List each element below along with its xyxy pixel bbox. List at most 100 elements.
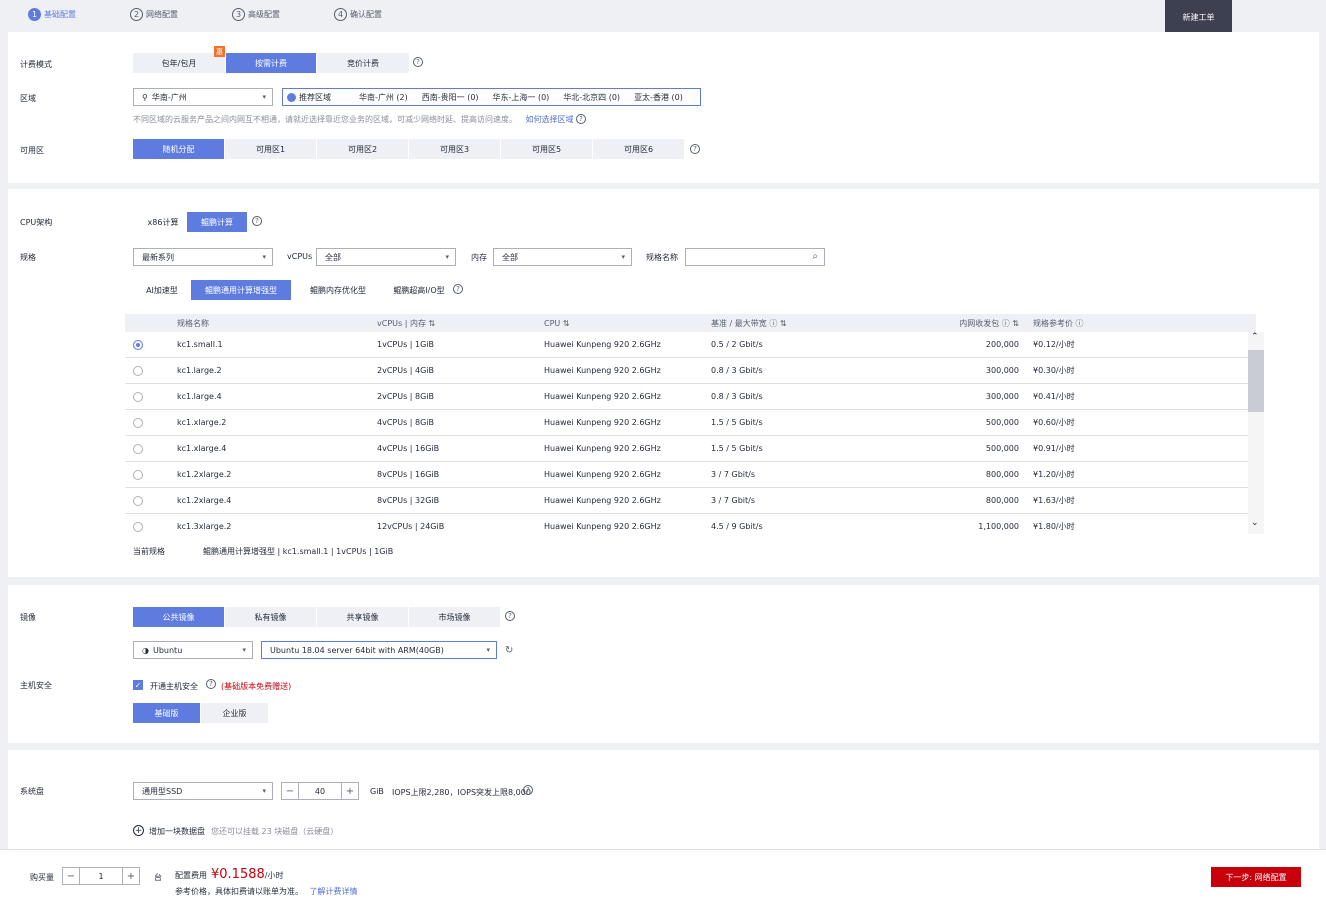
step-confirm[interactable]: 4 确认配置 <box>334 8 382 21</box>
billing-option-ondemand[interactable]: 按需计费 <box>226 53 316 73</box>
scrollbar-thumb[interactable] <box>1248 350 1264 412</box>
image-option-private[interactable]: 私有镜像 <box>225 607 316 627</box>
row-radio[interactable] <box>133 339 143 350</box>
cpu-arch-label: CPU架构 <box>20 218 53 227</box>
table-row[interactable]: kc1.large.4 2vCPUs | 8GiB Huawei Kunpeng 9… <box>125 384 1256 410</box>
image-option-market[interactable]: 市场镜像 <box>409 607 500 627</box>
col-pps[interactable]: 内网收发包 ⓘ ⇅ <box>856 318 1029 329</box>
table-scrollbar[interactable]: ⌃ ⌄ <box>1248 332 1264 534</box>
help-icon[interactable]: ? <box>690 144 700 154</box>
os-version-select[interactable]: Ubuntu 18.04 server 64bit with ARM(40GB)… <box>261 641 497 659</box>
help-icon[interactable]: ? <box>505 611 515 621</box>
table-row[interactable]: kc1.small.1 1vCPUs | 1GiB Huawei Kunpeng 9… <box>125 332 1256 358</box>
table-body: kc1.small.1 1vCPUs | 1GiB Huawei Kunpeng 9… <box>125 332 1256 534</box>
row-radio[interactable] <box>133 443 143 454</box>
tab-high-io[interactable]: 鲲鹏超高I/O型 <box>379 280 459 300</box>
az-option-6[interactable]: 可用区6 <box>593 139 684 159</box>
memory-select[interactable]: 全部 ▾ <box>493 248 632 266</box>
help-icon[interactable]: ? <box>523 785 533 795</box>
os-select[interactable]: ◑ Ubuntu ▾ <box>133 641 253 659</box>
step-number: 1 <box>28 8 41 21</box>
table-row[interactable]: kc1.2xlarge.4 8vCPUs | 32GiB Huawei Kunpen… <box>125 488 1256 514</box>
step-advanced[interactable]: 3 高级配置 <box>232 8 280 21</box>
help-icon[interactable]: ? <box>206 679 216 689</box>
host-security-checkbox[interactable]: ✓ <box>133 680 143 690</box>
minus-icon[interactable]: − <box>282 783 298 799</box>
search-icon[interactable]: ⌕ <box>812 251 818 262</box>
plus-icon[interactable]: + <box>123 868 139 884</box>
table-row[interactable]: kc1.large.2 2vCPUs | 4GiB Huawei Kunpeng 9… <box>125 358 1256 384</box>
edition-basic[interactable]: 基础版 <box>133 703 200 723</box>
region-quick-item[interactable]: 华南-广州 (2) <box>359 92 408 103</box>
edition-enterprise[interactable]: 企业版 <box>201 703 268 723</box>
az-option-random[interactable]: 随机分配 <box>133 139 224 159</box>
step-number: 3 <box>232 8 245 21</box>
table-row[interactable]: kc1.3xlarge.2 12vCPUs | 24GiB Huawei Kunpe… <box>125 514 1256 534</box>
col-cpu[interactable]: CPU ⇅ <box>518 319 685 328</box>
table-row[interactable]: kc1.2xlarge.2 8vCPUs | 16GiB Huawei Kunpen… <box>125 462 1256 488</box>
host-security-note: (基础版本免费赠送) <box>221 682 292 691</box>
billing-label: 计费模式 <box>20 60 52 69</box>
sort-icon: ⇅ <box>562 318 570 328</box>
region-help-link[interactable]: 如何选择区域 <box>526 115 574 124</box>
disk-type-select[interactable]: 通用型SSD ▾ <box>133 782 273 800</box>
billing-option-yearly[interactable]: 包年/包月 <box>133 53 225 73</box>
next-network-config-button[interactable]: 下一步: 网络配置 <box>1211 867 1301 887</box>
cpu-cell: Huawei Kunpeng 920 2.6GHz <box>544 366 661 375</box>
disk-iops: IOPS上限2,280，IOPS突发上限8,000 <box>392 788 531 797</box>
az-option-5[interactable]: 可用区5 <box>501 139 592 159</box>
az-option-3[interactable]: 可用区3 <box>409 139 500 159</box>
quantity-stepper[interactable]: − 1 + <box>62 867 140 885</box>
disk-size-value[interactable]: 40 <box>298 783 342 799</box>
tab-general-enhanced[interactable]: 鲲鹏通用计算增强型 <box>191 280 291 300</box>
table-row[interactable]: kc1.xlarge.2 4vCPUs | 8GiB Huawei Kunpeng … <box>125 410 1256 436</box>
row-radio[interactable] <box>133 391 143 402</box>
region-value: 华南-广州 <box>151 92 187 102</box>
help-icon[interactable]: ? <box>413 57 423 67</box>
new-ticket-button[interactable]: 新建工单 <box>1165 0 1232 34</box>
pricing-details-link[interactable]: 了解计费详情 <box>310 887 358 896</box>
row-radio[interactable] <box>133 521 143 532</box>
chevron-up-icon[interactable]: ⌃ <box>1251 332 1259 342</box>
region-quick-item[interactable]: 华北-北京四 (0) <box>563 92 620 103</box>
vcpus-select[interactable]: 全部 ▾ <box>316 248 456 266</box>
region-select[interactable]: ⚲ 华南-广州 ▾ <box>133 88 273 106</box>
region-quick-item[interactable]: 西南-贵阳一 (0) <box>422 92 479 103</box>
cpu-cell: Huawei Kunpeng 920 2.6GHz <box>544 340 661 349</box>
add-circle-icon[interactable]: + <box>133 825 144 836</box>
row-radio[interactable] <box>133 365 143 376</box>
region-quick-item[interactable]: 亚太-香港 (0) <box>634 92 683 103</box>
help-icon[interactable]: ? <box>453 284 463 294</box>
add-data-disk-button[interactable]: 增加一块数据盘 <box>149 826 205 837</box>
region-quick-item[interactable]: 华东-上海一 (0) <box>493 92 550 103</box>
help-icon[interactable]: ? <box>252 216 262 226</box>
chevron-down-icon[interactable]: ⌄ <box>1251 518 1259 528</box>
image-option-shared[interactable]: 共享镜像 <box>317 607 408 627</box>
row-radio[interactable] <box>133 469 143 480</box>
table-row[interactable]: kc1.xlarge.4 4vCPUs | 16GiB Huawei Kunpeng… <box>125 436 1256 462</box>
price-cell: ¥0.30/小时 <box>1033 366 1075 375</box>
col-bandwidth[interactable]: 基准 / 最大带宽 ⓘ ⇅ <box>685 318 856 329</box>
tab-memory-optimized[interactable]: 鲲鹏内存优化型 <box>298 280 378 300</box>
plus-icon[interactable]: + <box>342 783 358 799</box>
help-icon[interactable]: ? <box>576 114 586 124</box>
col-vcpus[interactable]: vCPUs | 内存 ⇅ <box>351 318 518 329</box>
tab-ai[interactable]: AI加速型 <box>140 280 184 300</box>
spec-name-search-input[interactable]: ⌕ <box>685 248 825 266</box>
minus-icon[interactable]: − <box>63 868 79 884</box>
az-option-2[interactable]: 可用区2 <box>317 139 408 159</box>
quantity-value[interactable]: 1 <box>79 868 123 884</box>
series-select[interactable]: 最新系列 ▾ <box>133 248 273 266</box>
cpu-option-x86[interactable]: x86计算 <box>140 212 186 232</box>
billing-option-spot[interactable]: 竞价计费 <box>317 53 409 73</box>
step-basic[interactable]: 1 基础配置 <box>28 8 76 21</box>
az-option-1[interactable]: 可用区1 <box>225 139 316 159</box>
spec-label: 规格 <box>20 253 36 262</box>
refresh-icon[interactable]: ↻ <box>505 645 513 656</box>
row-radio[interactable] <box>133 417 143 428</box>
row-radio[interactable] <box>133 495 143 506</box>
step-network[interactable]: 2 网络配置 <box>130 8 178 21</box>
cpu-option-kunpeng[interactable]: 鲲鹏计算 <box>187 212 247 232</box>
disk-size-stepper[interactable]: − 40 + <box>281 782 359 800</box>
image-option-public[interactable]: 公共镜像 <box>133 607 224 627</box>
